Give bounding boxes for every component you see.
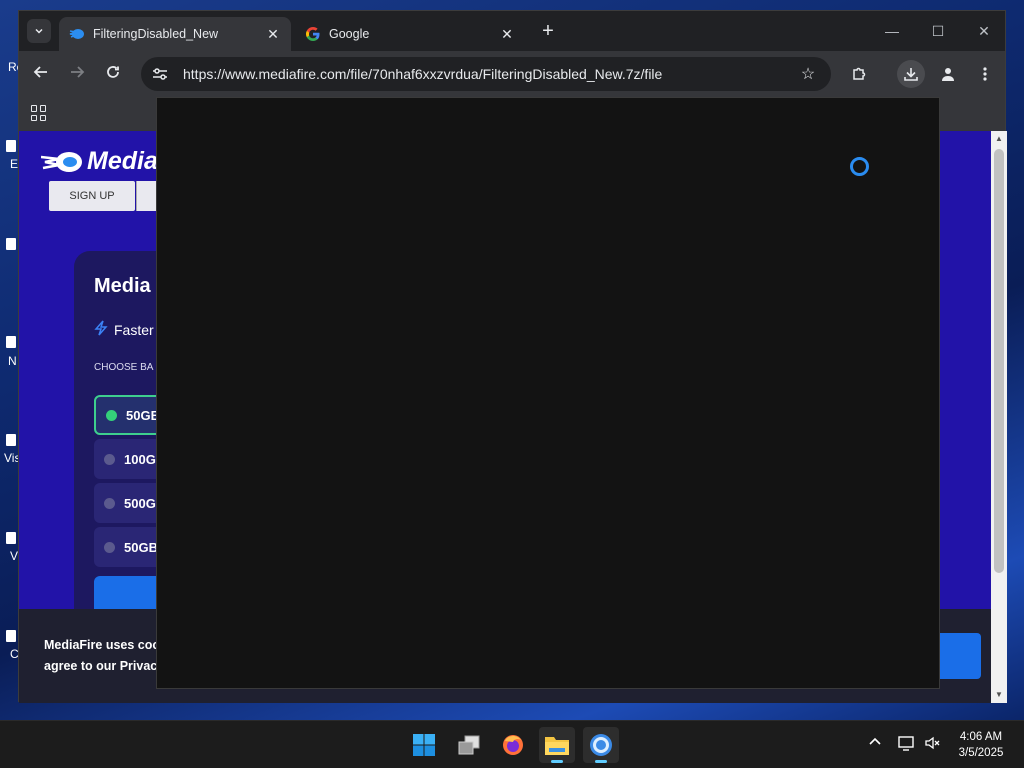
card-title: Media [94, 275, 151, 297]
chrome-icon [590, 734, 612, 756]
profile-button[interactable] [934, 60, 962, 88]
signup-button[interactable]: SIGN UP [49, 181, 135, 211]
google-icon [305, 26, 321, 42]
chrome-taskbar-button[interactable] [583, 727, 619, 763]
taskbar: 4:06 AM 3/5/2025 [0, 720, 1024, 768]
tab-strip: FilteringDisabled_New ✕ Google ✕ + — ☐ ✕ [19, 11, 1005, 51]
chevron-down-icon [35, 28, 43, 34]
radio-icon [104, 497, 115, 509]
network-icon[interactable] [898, 735, 916, 754]
loading-overlay-panel [156, 97, 940, 689]
tab-google[interactable]: Google ✕ [295, 17, 525, 51]
browser-toolbar: https://www.mediafire.com/file/70nhaf6xx… [19, 51, 1005, 97]
scroll-up-arrow-icon[interactable]: ▲ [991, 131, 1007, 147]
maximize-button[interactable]: ☐ [915, 19, 961, 43]
address-bar[interactable]: https://www.mediafire.com/file/70nhaf6xx… [141, 57, 831, 91]
file-explorer-taskbar-button[interactable] [539, 727, 575, 763]
lightning-icon [94, 320, 108, 340]
tab-search-button[interactable] [27, 19, 51, 43]
task-view-button[interactable] [451, 727, 487, 763]
menu-button[interactable] [971, 60, 999, 88]
feature-text: Faster [114, 322, 154, 338]
folder-icon [545, 737, 569, 755]
bookmark-star-icon[interactable]: ☆ [797, 64, 819, 84]
choose-bandwidth-label: CHOOSE BA [94, 362, 154, 373]
arrow-right-icon [71, 66, 85, 78]
clock-time: 4:06 AM [959, 731, 1003, 743]
close-tab-icon[interactable]: ✕ [499, 26, 515, 43]
close-window-button[interactable]: ✕ [961, 19, 1007, 43]
cookie-text-line: MediaFire uses coo [44, 638, 161, 652]
extensions-button[interactable] [845, 60, 873, 88]
close-tab-icon[interactable]: ✕ [265, 26, 281, 43]
desktop-icon-label[interactable]: E [10, 157, 18, 171]
start-button[interactable] [406, 727, 442, 763]
desktop-icon-label[interactable]: N [8, 354, 17, 368]
plan-option-label: 50GB [126, 407, 160, 423]
loading-spinner-icon [850, 157, 869, 176]
cookie-text: MediaFire uses coo agree to our Privacy [44, 635, 164, 677]
apps-grid-icon[interactable] [31, 105, 47, 121]
plan-option-label: 100G [124, 451, 156, 467]
radio-icon [104, 541, 115, 553]
system-clock[interactable]: 4:06 AM 3/5/2025 [948, 729, 1014, 761]
firefox-icon [503, 735, 523, 755]
windows-start-icon [413, 734, 435, 756]
chevron-up-icon[interactable] [868, 735, 882, 752]
downloads-button[interactable] [897, 60, 925, 88]
clock-date: 3/5/2025 [958, 747, 1004, 759]
mediafire-flame-icon [41, 151, 82, 172]
mediafire-icon [69, 26, 85, 42]
tab-title: Google [329, 27, 370, 41]
site-info-icon[interactable] [151, 65, 169, 83]
feature-item: Faster [94, 320, 154, 340]
radio-icon [104, 453, 115, 465]
volume-muted-icon[interactable] [924, 735, 942, 754]
tab-filteringdisabled[interactable]: FilteringDisabled_New ✕ [59, 17, 291, 51]
puzzle-icon [853, 67, 866, 80]
plan-option-label: 500G [124, 495, 156, 511]
reload-icon [107, 66, 119, 78]
minimize-button[interactable]: — [869, 19, 915, 43]
profile-icon [942, 68, 954, 81]
reload-button[interactable] [101, 62, 125, 86]
more-vert-icon [983, 67, 987, 81]
desktop-icon-label[interactable]: V [10, 549, 18, 563]
logo-text: Media [87, 147, 158, 175]
new-tab-button[interactable]: + [537, 21, 559, 43]
arrow-left-icon [33, 66, 47, 78]
tab-title: FilteringDisabled_New [93, 27, 219, 41]
page-scrollbar[interactable]: ▲ ▼ [991, 131, 1007, 703]
cookie-text-line[interactable]: agree to our Privacy [44, 656, 164, 677]
download-icon [904, 68, 918, 81]
forward-button[interactable] [65, 62, 89, 86]
radio-icon [106, 409, 117, 421]
plan-option-label: 50GB [124, 539, 158, 555]
task-view-icon [458, 735, 480, 755]
back-button[interactable] [29, 62, 53, 86]
firefox-taskbar-button[interactable] [495, 727, 531, 763]
scrollbar-thumb[interactable] [994, 149, 1004, 573]
mediafire-logo[interactable]: Media [41, 147, 158, 176]
url-text[interactable]: https://www.mediafire.com/file/70nhaf6xx… [183, 66, 797, 82]
scroll-down-arrow-icon[interactable]: ▼ [991, 687, 1007, 703]
